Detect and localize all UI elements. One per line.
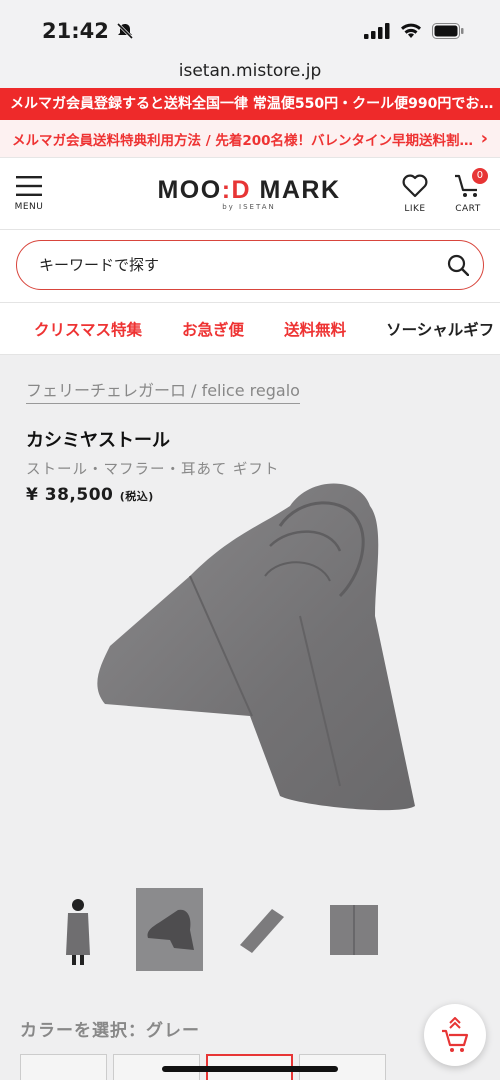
- cart-label: CART: [455, 203, 481, 214]
- search-section: [0, 230, 500, 303]
- brand-link[interactable]: フェリーチェレガーロ / felice regalo: [26, 377, 300, 404]
- category-christmas[interactable]: クリスマス特集: [0, 318, 162, 340]
- category-free-shipping[interactable]: 送料無料: [264, 318, 366, 340]
- clock: 21:42: [42, 19, 109, 43]
- category-express[interactable]: お急ぎ便: [162, 318, 264, 340]
- category-social-gift[interactable]: ソーシャルギフ: [366, 318, 500, 340]
- like-label: LIKE: [404, 203, 426, 214]
- chevron-right-icon: ›: [480, 128, 488, 149]
- url-bar[interactable]: isetan.mistore.jp: [0, 62, 500, 88]
- menu-button[interactable]: MENU: [14, 175, 44, 212]
- promo-banner-pink[interactable]: メルマガ会員送料特典利用方法 / 先着200名様！バレンタイン早期送料割… ›: [0, 120, 500, 158]
- logo-subtitle: by ISETAN: [222, 203, 276, 211]
- heart-icon: [402, 174, 428, 197]
- thumbnail-model[interactable]: [44, 888, 111, 971]
- signal-icon: [364, 23, 390, 39]
- search-input[interactable]: [39, 256, 419, 274]
- logo-left: MOO: [157, 176, 222, 204]
- status-bar: 21:42: [0, 0, 500, 62]
- thumbnail-folded[interactable]: [228, 888, 295, 971]
- color-selector-label: カラーを選択：グレー: [20, 1021, 200, 1041]
- search-icon[interactable]: [447, 254, 469, 276]
- thumbnail-draped[interactable]: [136, 888, 203, 971]
- cart-count-badge: 0: [471, 167, 488, 184]
- bell-muted-icon: [116, 22, 133, 40]
- cart-icon: [442, 1029, 469, 1052]
- color-swatch[interactable]: [20, 1054, 107, 1080]
- search-box: [16, 240, 484, 290]
- thumbnail-strip: [44, 888, 387, 971]
- home-indicator[interactable]: [162, 1066, 338, 1072]
- floating-cart-button[interactable]: [424, 1004, 486, 1066]
- site-header: MENU MOO:D MARK by ISETAN LIKE 0 CART: [0, 158, 500, 230]
- logo-mark: :D: [221, 176, 252, 204]
- cart-button[interactable]: 0 CART: [454, 167, 488, 214]
- like-button[interactable]: LIKE: [402, 174, 428, 214]
- thumbnail-closeup[interactable]: [320, 888, 387, 971]
- promo-banner-red[interactable]: メルマガ会員登録すると送料全国一律 常温便550円・クール便990円でお…: [0, 88, 500, 120]
- battery-icon: [432, 23, 464, 39]
- hamburger-icon: [16, 175, 42, 196]
- status-time: 21:42: [42, 19, 135, 43]
- promo-pink-text: メルマガ会員送料特典利用方法 / 先着200名様！バレンタイン早期送料割…: [12, 132, 473, 149]
- scroll-up-chevron-icon: [449, 1017, 461, 1029]
- header-actions: LIKE 0 CART: [402, 167, 488, 214]
- site-logo[interactable]: MOO:D MARK by ISETAN: [157, 176, 340, 211]
- product-main-image[interactable]: [40, 466, 460, 866]
- logo-right: MARK: [251, 176, 341, 204]
- category-nav: クリスマス特集 お急ぎ便 送料無料 ソーシャルギフ: [0, 303, 500, 355]
- menu-label: MENU: [14, 201, 44, 212]
- status-indicators: [364, 23, 464, 39]
- logo-wordmark: MOO:D MARK: [157, 176, 340, 205]
- product-name: カシミヤストール: [26, 430, 170, 451]
- wifi-icon: [401, 23, 421, 38]
